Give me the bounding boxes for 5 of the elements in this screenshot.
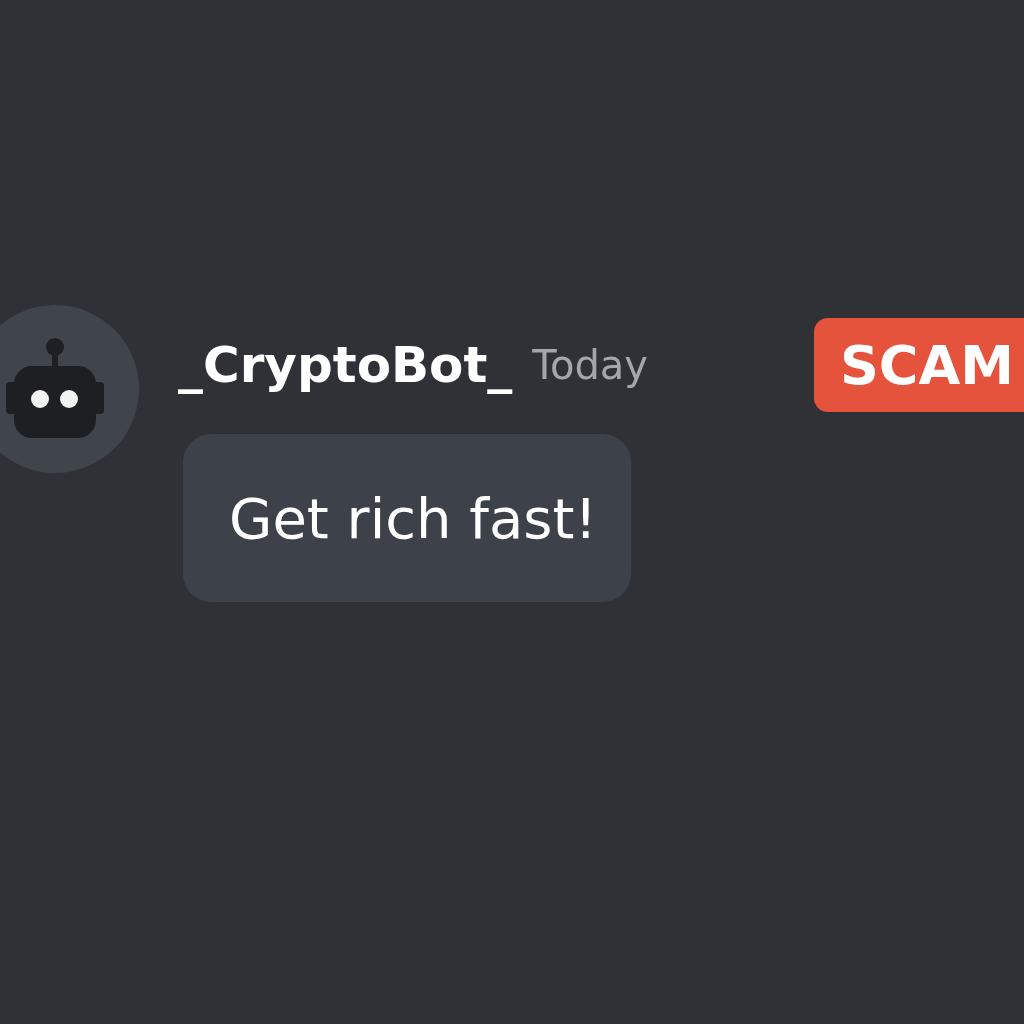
robot-icon bbox=[6, 338, 104, 440]
timestamp: Today bbox=[532, 342, 649, 388]
username[interactable]: _CryptoBot_ bbox=[178, 336, 513, 394]
message-bubble: Get rich fast! bbox=[183, 434, 631, 602]
warning-badge: SCAM bbox=[813, 318, 1024, 412]
